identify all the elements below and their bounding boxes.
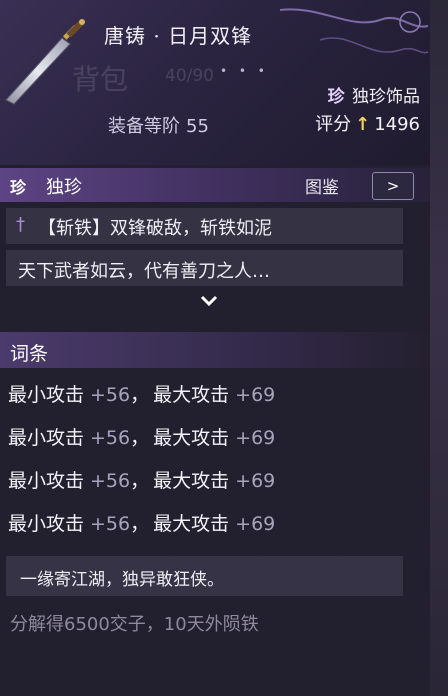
affix-separator: ，: [130, 427, 150, 449]
affix-title: 词条: [10, 343, 49, 365]
equipment-grade: 装备等阶 55: [108, 112, 209, 138]
grade-value: 55: [186, 116, 209, 137]
page-dots: • • •: [220, 64, 269, 78]
item-header: 背包 40/90 • • • 唐铸 · 日月双锋 珍 独珍饰品 装备等阶55: [0, 0, 430, 165]
affix-max-value: +69: [235, 427, 276, 449]
affix-separator: ，: [130, 384, 150, 406]
affix-min-value: +56: [90, 470, 131, 492]
item-detail-panel: 背包 40/90 • • • 唐铸 · 日月双锋 珍 独珍饰品 装备等阶55: [0, 0, 431, 696]
atlas-link[interactable]: 图鉴: [305, 173, 339, 198]
grade-label: 装备等阶: [108, 116, 180, 137]
atlas-arrow-button[interactable]: >: [372, 172, 414, 200]
rarity-section-bar: 珍 独珍 图鉴 >: [0, 168, 430, 202]
affix-line: 最小攻击 +56， 最大攻击 +69: [8, 509, 275, 536]
decompose-info: 分解得6500交子，10天外陨铁: [10, 614, 259, 635]
affix-max-value: +69: [235, 470, 276, 492]
affix-min-label: 最小攻击: [8, 384, 85, 406]
score-label: 评分: [315, 114, 352, 135]
rarity-label: 独珍饰品: [352, 87, 420, 107]
chevron-down-icon[interactable]: [196, 292, 222, 312]
affix-min-value: +56: [90, 513, 131, 535]
affix-min-label: 最小攻击: [8, 427, 85, 449]
affix-line: 最小攻击 +56， 最大攻击 +69: [8, 380, 275, 407]
skill-line: † 【斩铁】双锋破敌，斩铁如泥: [6, 208, 403, 244]
rarity-section-mark: 珍: [10, 178, 27, 197]
skill-text: 【斩铁】双锋破敌，斩铁如泥: [38, 218, 272, 239]
affix-min-label: 最小攻击: [8, 513, 85, 535]
affix-separator: ，: [130, 470, 150, 492]
lore-text: 天下武者如云，代有善刀之人…: [18, 261, 270, 282]
lore-line: 天下武者如云，代有善刀之人…: [6, 250, 403, 286]
motto-line: 一缘寄江湖，独异敢狂侠。: [6, 556, 403, 596]
right-edge-strip: [430, 0, 448, 696]
affix-line: 最小攻击 +56， 最大攻击 +69: [8, 423, 275, 450]
item-name: 唐铸 · 日月双锋: [104, 24, 253, 48]
affix-max-value: +69: [235, 384, 276, 406]
motto-text: 一缘寄江湖，独异敢狂侠。: [20, 570, 224, 590]
affix-max-label: 最大攻击: [153, 427, 230, 449]
affix-max-label: 最大攻击: [153, 513, 230, 535]
rarity-mark: 珍: [327, 87, 345, 107]
sword-icon: [5, 19, 85, 105]
affix-min-label: 最小攻击: [8, 470, 85, 492]
score-value: 1496: [374, 114, 420, 135]
affix-max-label: 最大攻击: [153, 384, 230, 406]
rarity-section-title: 独珍: [46, 177, 82, 198]
affix-line: 最小攻击 +56， 最大攻击 +69: [8, 466, 275, 493]
background-bag-count: 40/90: [165, 66, 214, 86]
affix-min-value: +56: [90, 384, 131, 406]
score-up-arrow-icon: ↑: [355, 114, 371, 135]
dagger-icon: †: [16, 214, 25, 235]
affix-section-bar: 词条: [0, 332, 430, 368]
header-swirl-ornament: [279, 8, 429, 54]
score: 评分 ↑ 1496: [315, 110, 420, 136]
affix-separator: ，: [130, 513, 150, 535]
rarity-tag: 珍 独珍饰品: [328, 82, 420, 107]
affix-max-value: +69: [235, 513, 276, 535]
affix-max-label: 最大攻击: [153, 470, 230, 492]
affix-min-value: +56: [90, 427, 131, 449]
chevron-right-icon: >: [386, 177, 400, 195]
